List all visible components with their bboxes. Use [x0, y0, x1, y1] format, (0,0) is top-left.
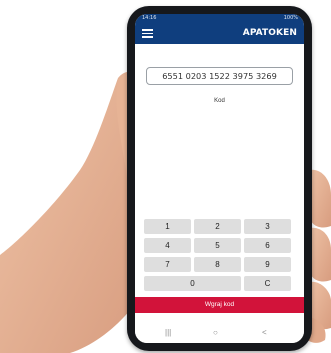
key-5[interactable]: 5 [194, 238, 241, 253]
code-input[interactable] [146, 67, 293, 85]
key-9[interactable]: 9 [244, 257, 291, 272]
app-brand-title: APATOKEN [242, 28, 297, 38]
back-icon[interactable]: < [262, 328, 267, 338]
code-field-label: Kod [214, 98, 225, 104]
key-0[interactable]: 0 [144, 276, 241, 291]
recents-icon[interactable]: ||| [165, 328, 171, 338]
key-7[interactable]: 7 [144, 257, 191, 272]
status-battery: 100% [283, 15, 298, 21]
phone-device: 14:16 100% APATOKEN Kod 1 2 3 4 5 6 7 8 … [127, 6, 312, 351]
key-1[interactable]: 1 [144, 219, 191, 234]
status-bar: 14:16 100% [135, 14, 304, 23]
upload-code-button[interactable]: Wgraj kod [135, 297, 304, 313]
android-nav-bar: ||| ○ < [135, 325, 304, 343]
app-bar: APATOKEN [135, 23, 304, 44]
home-icon[interactable]: ○ [213, 328, 218, 338]
hamburger-menu-icon[interactable] [142, 29, 153, 38]
key-4[interactable]: 4 [144, 238, 191, 253]
key-2[interactable]: 2 [194, 219, 241, 234]
key-clear[interactable]: C [244, 276, 291, 291]
key-8[interactable]: 8 [194, 257, 241, 272]
key-6[interactable]: 6 [244, 238, 291, 253]
key-3[interactable]: 3 [244, 219, 291, 234]
phone-screen: 14:16 100% APATOKEN Kod 1 2 3 4 5 6 7 8 … [135, 14, 304, 343]
status-time: 14:16 [142, 15, 157, 21]
